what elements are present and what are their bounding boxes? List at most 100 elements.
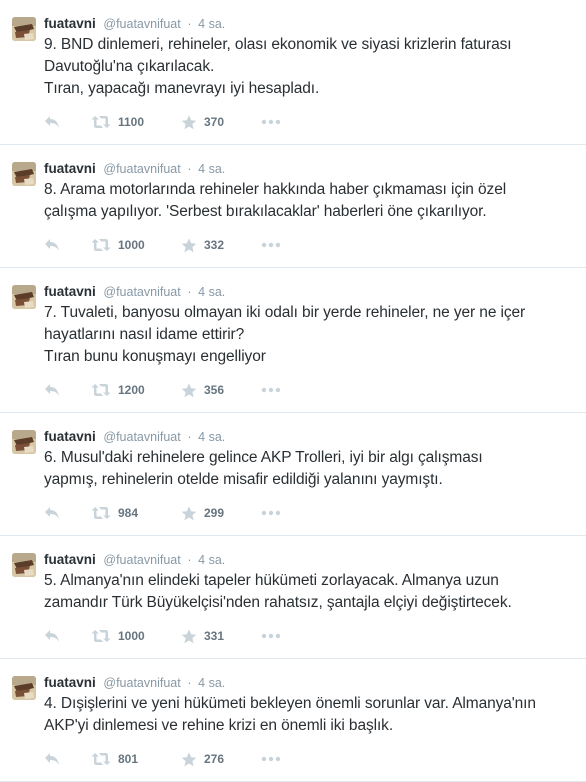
username[interactable]: @fuatavnifuat: [103, 430, 180, 444]
avatar[interactable]: [12, 162, 36, 186]
more-button[interactable]: [261, 242, 281, 248]
more-icon: [261, 633, 281, 639]
tweet-actions: 984 299: [44, 491, 576, 535]
timestamp[interactable]: 4 sa.: [198, 676, 225, 690]
timestamp[interactable]: 4 sa.: [198, 430, 225, 444]
timestamp[interactable]: 4 sa.: [198, 285, 225, 299]
tweet[interactable]: fuatavni @fuatavnifuat · 4 sa. 6. Musul'…: [0, 413, 586, 536]
tweet-text: 9. BND dinlemeri, rehineler, olası ekono…: [44, 34, 576, 100]
reply-button[interactable]: [44, 752, 91, 766]
reply-button[interactable]: [44, 506, 91, 520]
favorite-button[interactable]: 332: [181, 238, 261, 253]
retweet-icon: [91, 239, 111, 251]
retweet-icon: [91, 116, 111, 128]
favorite-button[interactable]: 299: [181, 506, 261, 521]
star-icon: [181, 752, 197, 766]
separator-dot: ·: [187, 17, 192, 31]
fullname[interactable]: fuatavni: [44, 552, 96, 567]
tweet-header: fuatavni @fuatavnifuat · 4 sa.: [44, 14, 576, 34]
username[interactable]: @fuatavnifuat: [103, 553, 180, 567]
retweet-button[interactable]: 984: [91, 506, 181, 520]
tweet-text: 4. Dışişlerini ve yeni hükümeti bekleyen…: [44, 693, 576, 737]
retweet-count: 1200: [118, 383, 145, 397]
timestamp[interactable]: 4 sa.: [198, 17, 225, 31]
tweet-header: fuatavni @fuatavnifuat · 4 sa.: [44, 427, 576, 447]
retweet-button[interactable]: 1200: [91, 383, 181, 397]
tweet-text-line: çalışma yapılıyor. 'Serbest bırakılacakl…: [44, 203, 487, 220]
avatar-image: [12, 676, 36, 700]
more-button[interactable]: [261, 387, 281, 393]
more-button[interactable]: [261, 510, 281, 516]
username[interactable]: @fuatavnifuat: [103, 285, 180, 299]
tweet-actions: 1000 332: [44, 223, 576, 267]
more-icon: [261, 510, 281, 516]
star-icon: [181, 506, 197, 520]
timestamp[interactable]: 4 sa.: [198, 553, 225, 567]
avatar[interactable]: [12, 285, 36, 309]
tweet-text-line: hayatlarını nasıl idame ettirir?: [44, 326, 245, 343]
reply-button[interactable]: [44, 629, 91, 643]
more-button[interactable]: [261, 756, 281, 762]
retweet-button[interactable]: 1000: [91, 238, 181, 252]
tweet-text: 5. Almanya'nın elindeki tapeler hükümeti…: [44, 570, 576, 614]
username[interactable]: @fuatavnifuat: [103, 676, 180, 690]
reply-icon: [45, 630, 59, 642]
favorite-button[interactable]: 331: [181, 629, 261, 644]
tweet-actions: 1100 370: [44, 100, 576, 144]
fullname[interactable]: fuatavni: [44, 675, 96, 690]
retweet-button[interactable]: 1000: [91, 629, 181, 643]
more-icon: [261, 387, 281, 393]
favorite-button[interactable]: 356: [181, 383, 261, 398]
separator-dot: ·: [187, 430, 192, 444]
fullname[interactable]: fuatavni: [44, 16, 96, 31]
more-button[interactable]: [261, 119, 281, 125]
retweet-button[interactable]: 1100: [91, 115, 181, 129]
retweet-count: 1100: [118, 115, 145, 129]
avatar[interactable]: [12, 676, 36, 700]
tweet[interactable]: fuatavni @fuatavnifuat · 4 sa. 9. BND di…: [0, 0, 586, 145]
fullname[interactable]: fuatavni: [44, 429, 96, 444]
tweet-text-line: Tıran, yapacağı manevrayı iyi hesapladı.: [44, 80, 320, 97]
tweet-text: 6. Musul'daki rehinelere gelince AKP Tro…: [44, 447, 576, 491]
tweet[interactable]: fuatavni @fuatavnifuat · 4 sa. 8. Arama …: [0, 145, 586, 268]
avatar[interactable]: [12, 553, 36, 577]
tweet-header: fuatavni @fuatavnifuat · 4 sa.: [44, 550, 576, 570]
reply-button[interactable]: [44, 238, 91, 252]
retweet-icon: [91, 630, 111, 642]
tweet-header: fuatavni @fuatavnifuat · 4 sa.: [44, 673, 576, 693]
timestamp[interactable]: 4 sa.: [198, 162, 225, 176]
reply-button[interactable]: [44, 383, 91, 397]
username[interactable]: @fuatavnifuat: [103, 17, 180, 31]
reply-icon: [45, 239, 59, 251]
tweet[interactable]: fuatavni @fuatavnifuat · 4 sa. 4. Dışişl…: [0, 659, 586, 782]
separator-dot: ·: [187, 162, 192, 176]
retweet-button[interactable]: 801: [91, 752, 181, 766]
retweet-icon: [91, 384, 111, 396]
star-icon: [181, 238, 197, 252]
tweet-actions: 801 276: [44, 737, 576, 781]
more-button[interactable]: [261, 633, 281, 639]
favorite-count: 299: [204, 506, 225, 520]
reply-button[interactable]: [44, 115, 91, 129]
tweet-text: 7. Tuvaleti, banyosu olmayan iki odalı b…: [44, 302, 576, 368]
fullname[interactable]: fuatavni: [44, 161, 96, 176]
separator-dot: ·: [187, 553, 192, 567]
avatar-image: [12, 285, 36, 309]
username[interactable]: @fuatavnifuat: [103, 162, 180, 176]
reply-icon: [45, 753, 59, 765]
fullname[interactable]: fuatavni: [44, 284, 96, 299]
tweet-text-line: 6. Musul'daki rehinelere gelince AKP Tro…: [44, 449, 483, 466]
retweet-icon: [91, 507, 111, 519]
reply-icon: [45, 384, 59, 396]
tweet[interactable]: fuatavni @fuatavnifuat · 4 sa. 5. Almany…: [0, 536, 586, 659]
favorite-button[interactable]: 276: [181, 752, 261, 767]
avatar[interactable]: [12, 430, 36, 454]
tweet[interactable]: fuatavni @fuatavnifuat · 4 sa. 7. Tuvale…: [0, 268, 586, 413]
retweet-count: 1000: [118, 238, 145, 252]
avatar[interactable]: [12, 17, 36, 41]
tweet-actions: 1000 331: [44, 614, 576, 658]
tweet-text-line: 5. Almanya'nın elindeki tapeler hükümeti…: [44, 572, 499, 589]
tweet-text-line: 4. Dışişlerini ve yeni hükümeti bekleyen…: [44, 695, 536, 712]
retweet-count: 801: [118, 752, 139, 766]
favorite-button[interactable]: 370: [181, 115, 261, 130]
